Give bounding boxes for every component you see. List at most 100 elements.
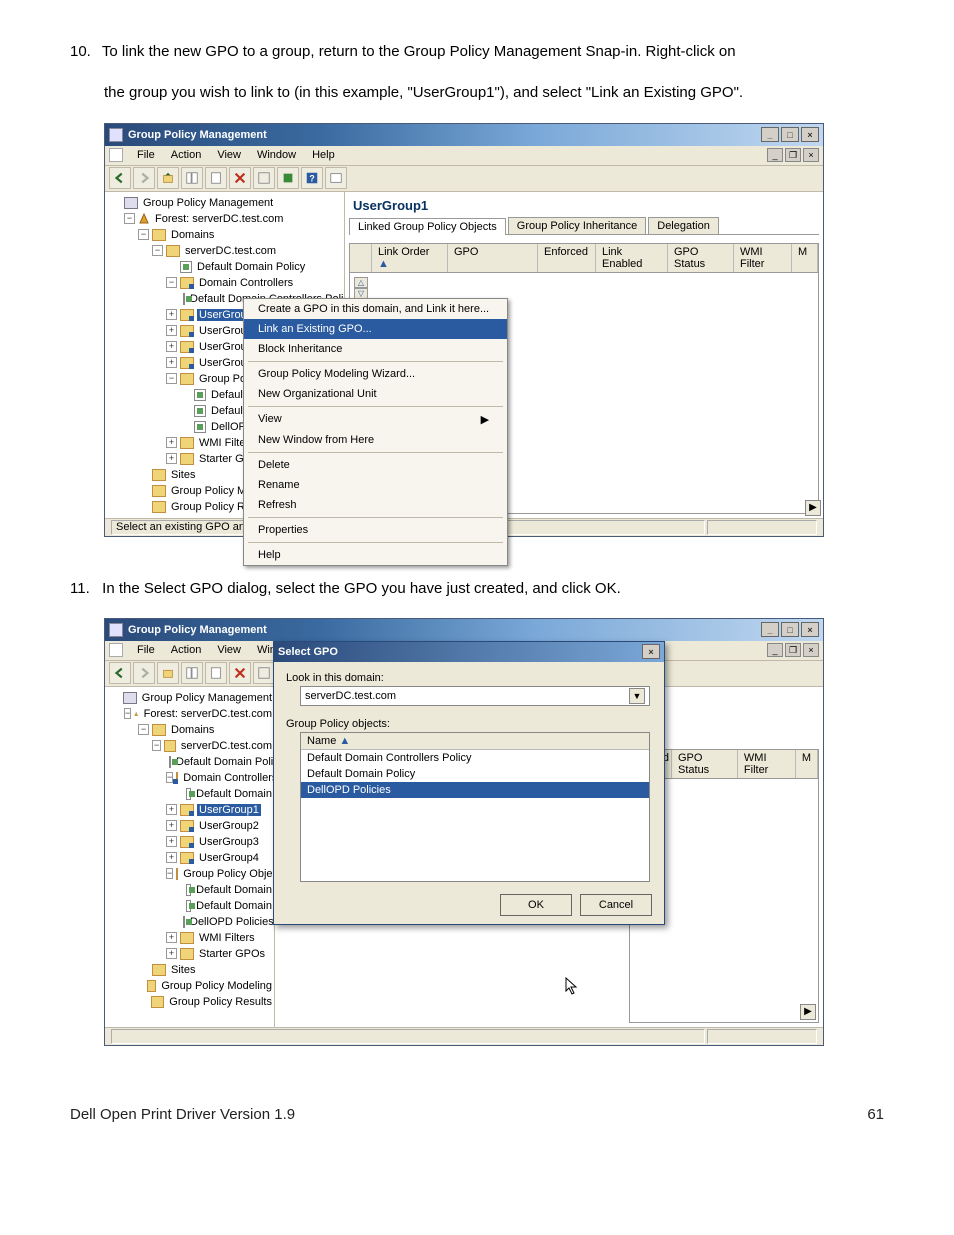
refresh-button[interactable] bbox=[253, 662, 275, 684]
col-link-enabled[interactable]: Link Enabled bbox=[596, 244, 668, 272]
back-button[interactable] bbox=[109, 662, 131, 684]
delete-button[interactable] bbox=[229, 662, 251, 684]
cancel-button[interactable]: Cancel bbox=[580, 894, 652, 916]
forward-button[interactable] bbox=[133, 167, 155, 189]
menu-help[interactable]: Help bbox=[304, 147, 343, 163]
cm-new-window[interactable]: New Window from Here bbox=[244, 430, 507, 450]
expander-icon[interactable]: + bbox=[166, 437, 177, 448]
tab-inheritance[interactable]: Group Policy Inheritance bbox=[508, 217, 646, 234]
extra-button[interactable] bbox=[325, 167, 347, 189]
cm-refresh[interactable]: Refresh bbox=[244, 495, 507, 515]
cm-view[interactable]: View▶ bbox=[244, 409, 507, 430]
expander-icon[interactable]: − bbox=[152, 245, 163, 256]
dropdown-icon[interactable]: ▼ bbox=[629, 688, 645, 704]
mdi-close[interactable]: × bbox=[803, 643, 819, 657]
col-gpo-status[interactable]: GPO Status bbox=[668, 244, 734, 272]
mdi-restore[interactable]: ❐ bbox=[785, 148, 801, 162]
export-button[interactable] bbox=[277, 167, 299, 189]
close-button[interactable]: × bbox=[801, 622, 819, 637]
tree-pane[interactable]: Group Policy Management −Forest: serverD… bbox=[105, 687, 275, 1027]
tree-sites[interactable]: Sites bbox=[169, 469, 197, 481]
dialog-close-button[interactable]: × bbox=[642, 644, 660, 659]
tree-dc[interactable]: Domain Controllers bbox=[197, 277, 295, 289]
col-wmi-filter[interactable]: WMI Filter bbox=[734, 244, 792, 272]
tree-ug1[interactable]: UserGroup1 bbox=[197, 804, 261, 816]
tree-forest[interactable]: Forest: serverDC.test.com bbox=[142, 708, 274, 720]
menu-view[interactable]: View bbox=[209, 642, 249, 658]
cm-rename[interactable]: Rename bbox=[244, 475, 507, 495]
properties-button[interactable] bbox=[205, 167, 227, 189]
mdi-close[interactable]: × bbox=[803, 148, 819, 162]
tab-linked-gpos[interactable]: Linked Group Policy Objects bbox=[349, 218, 506, 235]
tree-root[interactable]: Group Policy Management bbox=[140, 692, 274, 704]
menu-file[interactable]: File bbox=[129, 642, 163, 658]
cm-create-gpo[interactable]: Create a GPO in this domain, and Link it… bbox=[244, 299, 507, 319]
gpo-link-icon bbox=[169, 756, 171, 768]
properties-button[interactable] bbox=[205, 662, 227, 684]
tree-root[interactable]: Group Policy Management bbox=[141, 197, 275, 209]
tree-ddp[interactable]: Default Domain Policy bbox=[195, 261, 307, 273]
menu-file[interactable]: File bbox=[129, 147, 163, 163]
tree-domain[interactable]: serverDC.test.com bbox=[183, 245, 278, 257]
help-button[interactable]: ? bbox=[301, 167, 323, 189]
gpo-icon bbox=[194, 421, 206, 433]
gpo-item-ddcp[interactable]: Default Domain Controllers Policy bbox=[301, 750, 649, 766]
tree-forest[interactable]: Forest: serverDC.test.com bbox=[153, 213, 285, 225]
back-button[interactable] bbox=[109, 167, 131, 189]
tree-domains[interactable]: Domains bbox=[169, 229, 216, 241]
expander-icon[interactable]: + bbox=[166, 357, 177, 368]
up-button[interactable] bbox=[157, 662, 179, 684]
mdi-minimize[interactable]: _ bbox=[767, 643, 783, 657]
tab-delegation[interactable]: Delegation bbox=[648, 217, 719, 234]
col-link-order[interactable]: Link Order ▲ bbox=[372, 244, 448, 272]
menu-action[interactable]: Action bbox=[163, 642, 210, 658]
expander-icon[interactable]: + bbox=[166, 325, 177, 336]
list-col-name[interactable]: Name ▲ bbox=[301, 733, 649, 750]
domain-icon bbox=[164, 740, 176, 752]
svg-text:?: ? bbox=[309, 174, 314, 184]
col-more[interactable]: M bbox=[792, 244, 818, 272]
scroll-right-button[interactable]: ▶ bbox=[805, 500, 821, 516]
expander-icon[interactable]: − bbox=[138, 229, 149, 240]
maximize-button[interactable]: □ bbox=[781, 127, 799, 142]
mdi-restore[interactable]: ❐ bbox=[785, 643, 801, 657]
menu-action[interactable]: Action bbox=[163, 147, 210, 163]
minimize-button[interactable]: _ bbox=[761, 127, 779, 142]
expander-icon[interactable]: + bbox=[166, 453, 177, 464]
cm-properties[interactable]: Properties bbox=[244, 520, 507, 540]
maximize-button[interactable]: □ bbox=[781, 622, 799, 637]
scroll-right-button[interactable]: ▶ bbox=[800, 1004, 816, 1020]
show-hide-button[interactable] bbox=[181, 167, 203, 189]
refresh-button[interactable] bbox=[253, 167, 275, 189]
cm-link-existing-gpo[interactable]: Link an Existing GPO... bbox=[244, 319, 507, 339]
col-gpo[interactable]: GPO bbox=[448, 244, 538, 272]
cm-delete[interactable]: Delete bbox=[244, 455, 507, 475]
delete-button[interactable] bbox=[229, 167, 251, 189]
expander-icon[interactable]: − bbox=[166, 373, 177, 384]
forward-button[interactable] bbox=[133, 662, 155, 684]
show-hide-button[interactable] bbox=[181, 662, 203, 684]
cm-modeling-wizard[interactable]: Group Policy Modeling Wizard... bbox=[244, 364, 507, 384]
gpo-item-ddp[interactable]: Default Domain Policy bbox=[301, 766, 649, 782]
ou-icon bbox=[180, 357, 194, 369]
cm-new-ou[interactable]: New Organizational Unit bbox=[244, 384, 507, 404]
ok-button[interactable]: OK bbox=[500, 894, 572, 916]
gpo-listbox[interactable]: Name ▲ Default Domain Controllers Policy… bbox=[300, 732, 650, 882]
console-icon bbox=[123, 692, 136, 704]
expander-icon[interactable]: + bbox=[166, 341, 177, 352]
cm-block-inheritance[interactable]: Block Inheritance bbox=[244, 339, 507, 359]
mdi-minimize[interactable]: _ bbox=[767, 148, 783, 162]
menu-window[interactable]: Window bbox=[249, 147, 304, 163]
close-button[interactable]: × bbox=[801, 127, 819, 142]
domain-combo[interactable]: serverDC.test.com ▼ bbox=[300, 686, 650, 706]
up-button[interactable] bbox=[157, 167, 179, 189]
minimize-button[interactable]: _ bbox=[761, 622, 779, 637]
cm-help[interactable]: Help bbox=[244, 545, 507, 565]
move-up-button[interactable]: △ bbox=[354, 277, 368, 288]
gpo-item-dellopd[interactable]: DellOPD Policies bbox=[301, 782, 649, 798]
expander-icon[interactable]: − bbox=[166, 277, 177, 288]
expander-icon[interactable]: − bbox=[124, 213, 135, 224]
col-enforced[interactable]: Enforced bbox=[538, 244, 596, 272]
menu-view[interactable]: View bbox=[209, 147, 249, 163]
expander-icon[interactable]: + bbox=[166, 309, 177, 320]
